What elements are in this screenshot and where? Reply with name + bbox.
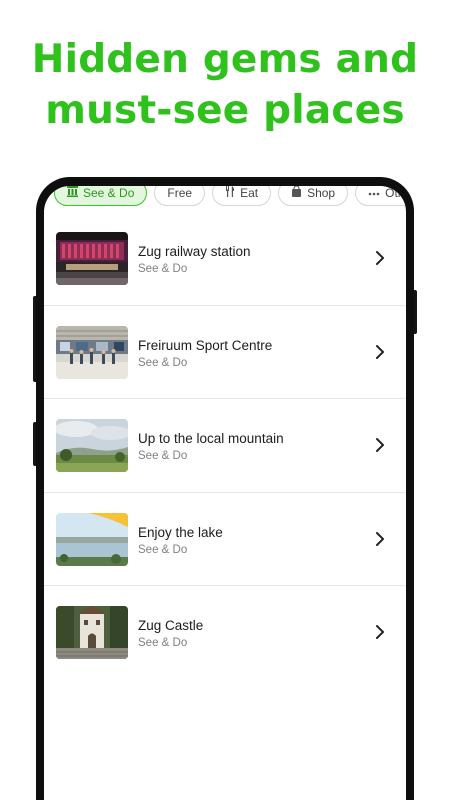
chevron-right-icon: [376, 344, 384, 359]
filter-chip-label: Eat: [240, 186, 259, 200]
place-category: See & Do: [138, 637, 188, 649]
more-dots-icon: [368, 188, 380, 199]
railway-station-photo: [56, 232, 128, 285]
cutlery-icon: [225, 186, 235, 200]
promo-headline-line-2: must-see places: [45, 88, 405, 133]
mountain-view-photo: [56, 419, 128, 472]
columns-icon: [67, 186, 78, 200]
place-category: See & Do: [138, 543, 188, 556]
place-title: Zug Castle: [138, 618, 204, 633]
place-item-enjoy-the-lake[interactable]: Enjoy the lake See & Do: [44, 493, 406, 586]
place-title: Zug railway station: [138, 244, 251, 259]
place-title: Enjoy the lake: [138, 524, 223, 540]
promo-headline: Hidden gems and must-see places: [0, 34, 450, 136]
filter-chip-other[interactable]: Other: [355, 186, 406, 206]
chevron-right-icon: [376, 251, 384, 265]
filter-chip-eat[interactable]: Eat: [212, 186, 272, 206]
filter-chip-label: Free: [167, 186, 193, 200]
place-title: Up to the local mountain: [138, 431, 284, 446]
filter-chip-free[interactable]: Free: [154, 186, 206, 206]
place-category: See & Do: [138, 263, 188, 275]
phone-screen: See & Do Free Eat Shop Other: [44, 186, 406, 800]
place-item-local-mountain[interactable]: Up to the local mountain See & Do: [44, 399, 406, 493]
chevron-right-icon: [376, 625, 384, 639]
sport-centre-photo: [56, 325, 128, 379]
filter-chip-shop[interactable]: Shop: [278, 186, 349, 206]
places-list: Zug railway station See & Do Freiruum Sp…: [44, 212, 406, 680]
place-category: See & Do: [138, 356, 188, 369]
lake-photo: [56, 512, 128, 566]
place-item-zug-railway-station[interactable]: Zug railway station See & Do: [44, 212, 406, 306]
place-title: Freiruum Sport Centre: [138, 337, 273, 353]
place-item-freiruum-sport-centre[interactable]: Freiruum Sport Centre See & Do: [44, 306, 406, 399]
chevron-right-icon: [376, 531, 384, 546]
place-item-zug-castle[interactable]: Zug Castle See & Do: [44, 586, 406, 680]
filter-chip-label: Shop: [307, 186, 336, 200]
castle-photo: [56, 606, 128, 659]
filter-chip-label: Other: [385, 186, 406, 200]
filter-chip-see-and-do[interactable]: See & Do: [54, 186, 148, 206]
category-filter-bar: See & Do Free Eat Shop Other: [54, 186, 406, 206]
place-category: See & Do: [138, 450, 188, 462]
promo-headline-line-1: Hidden gems and: [31, 37, 419, 82]
shopping-bag-icon: [291, 186, 302, 200]
filter-chip-label: See & Do: [83, 186, 135, 200]
chevron-right-icon: [376, 438, 384, 452]
